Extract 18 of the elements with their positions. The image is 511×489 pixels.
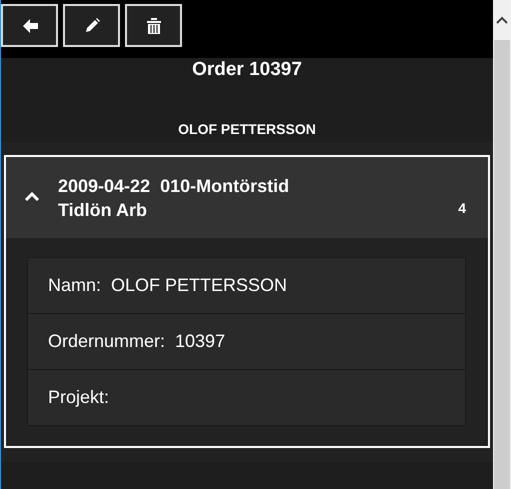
detail-text: Namn: OLOF PETTERSSON <box>48 275 288 296</box>
caret-up-icon <box>24 190 40 200</box>
entry-heading: 2009-04-22 010-Montörstid <box>58 174 290 198</box>
trash-button[interactable] <box>125 4 182 47</box>
scroll-up-icon[interactable] <box>496 16 508 24</box>
entry-subheading: Tidlön Arb <box>58 198 148 222</box>
detail-text: Ordernummer: 10397 <box>48 331 226 352</box>
customer-name: OLOF PETTERSSON <box>178 121 316 137</box>
entry-count: 4 <box>458 200 466 216</box>
page-title: Order 10397 <box>192 59 302 81</box>
entry-header[interactable]: 2009-04-22 010-Montörstid Tidlön Arb 4 <box>6 157 488 238</box>
scroll-thumb[interactable] <box>494 40 510 489</box>
scrollbar[interactable] <box>493 0 511 489</box>
arrow-left-button[interactable] <box>1 4 58 47</box>
pencil-button[interactable] <box>63 4 120 47</box>
detail-text: Projekt: <box>48 387 110 408</box>
trash-icon <box>144 16 162 34</box>
arrow-left-icon <box>20 16 38 34</box>
